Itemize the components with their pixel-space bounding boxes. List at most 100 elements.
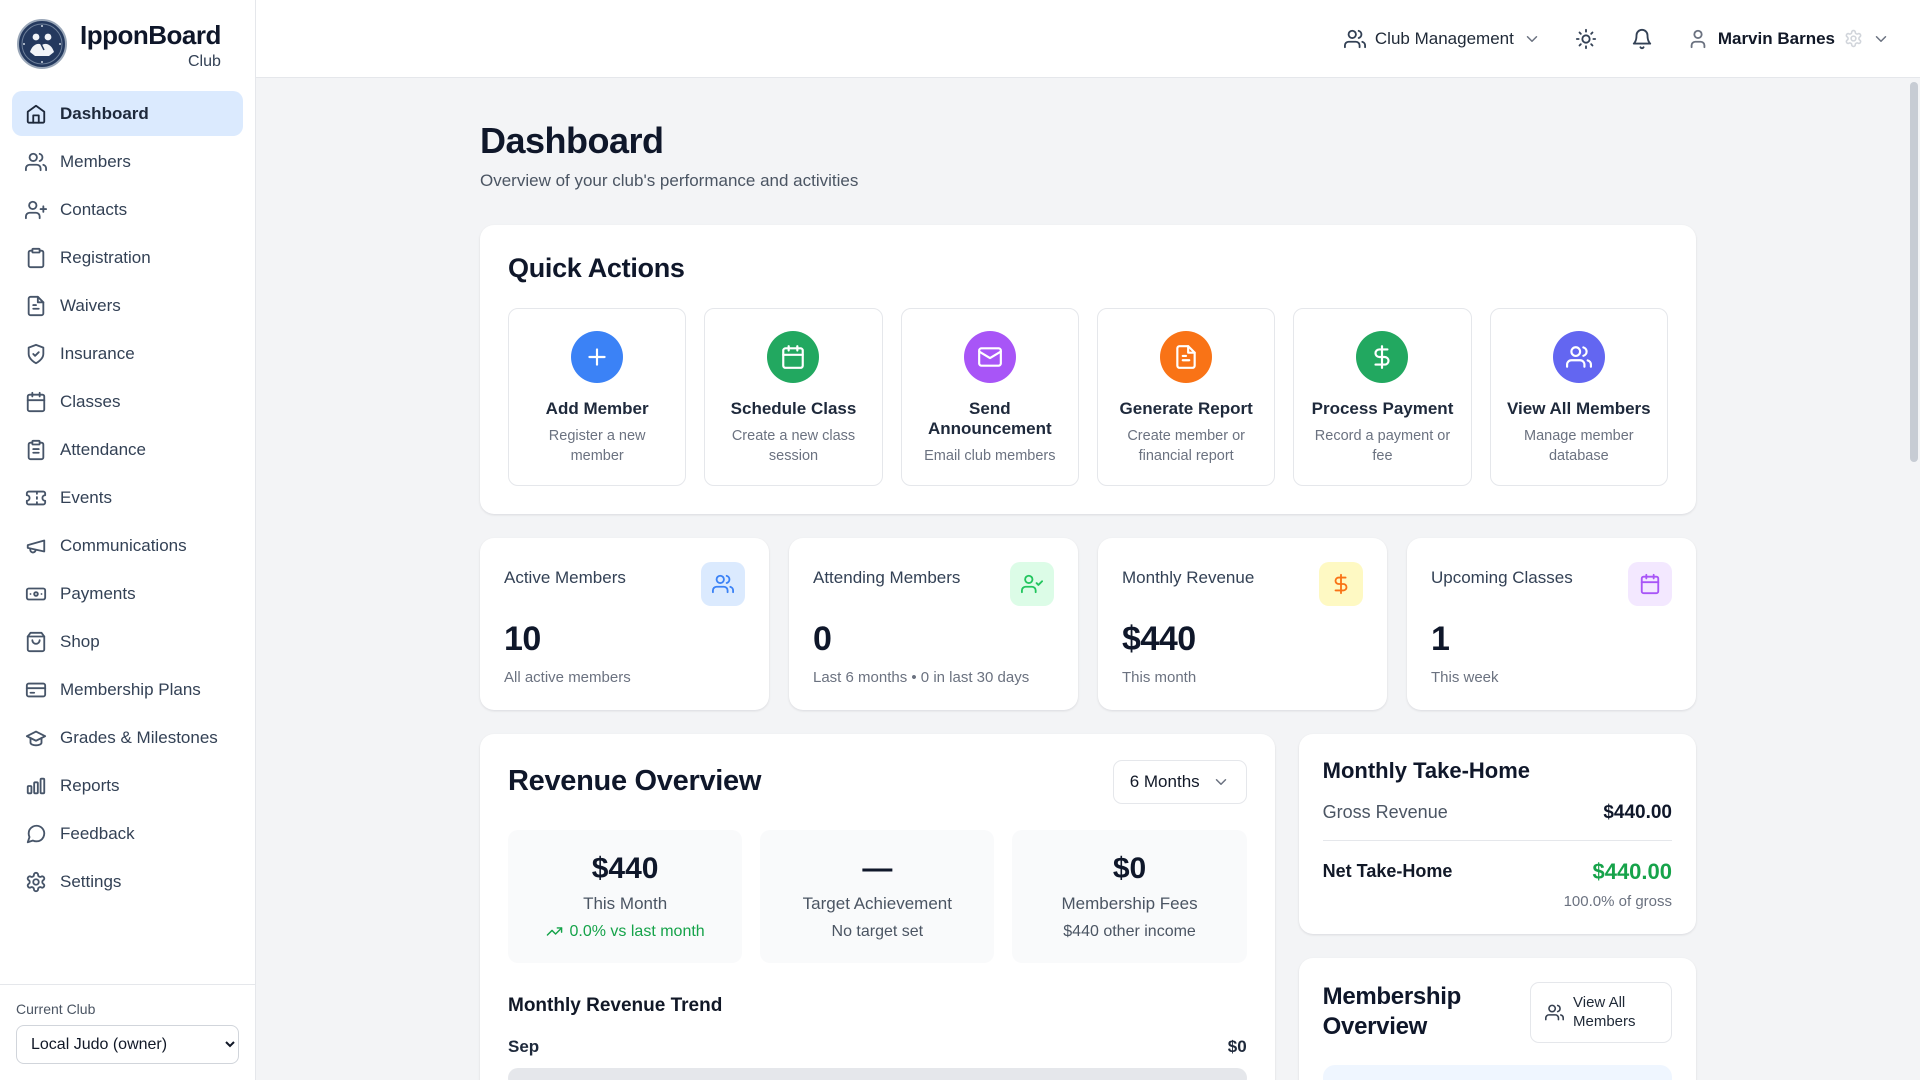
sidebar-item-members[interactable]: Members: [12, 139, 243, 184]
sidebar-item-registration[interactable]: Registration: [12, 235, 243, 280]
gross-revenue-label: Gross Revenue: [1323, 802, 1448, 823]
sidebar-item-attendance[interactable]: Attendance: [12, 427, 243, 472]
calendar-icon: [1628, 562, 1672, 606]
users-icon: [1344, 28, 1366, 50]
chevron-down-icon: [1212, 773, 1230, 791]
divider: [1323, 840, 1672, 841]
stat-caption: This week: [1431, 669, 1672, 686]
users-icon: [1545, 1003, 1564, 1022]
view-all-members-button[interactable]: View All Members: [1530, 982, 1672, 1043]
period-selector[interactable]: 6 Months: [1113, 760, 1247, 804]
sidebar-item-grades-milestones[interactable]: Grades & Milestones: [12, 715, 243, 760]
quick-action-send-announcement[interactable]: Send Announcement Email club members: [901, 308, 1079, 486]
quick-action-label: Process Payment: [1312, 399, 1454, 419]
quick-action-label: Send Announcement: [914, 399, 1066, 439]
clipboard-list-icon: [25, 439, 47, 461]
sidebar-item-payments[interactable]: Payments: [12, 571, 243, 616]
brand-name: IpponBoard: [80, 20, 221, 51]
brand-subtitle: Club: [188, 53, 221, 71]
user-menu[interactable]: Marvin Barnes: [1687, 28, 1890, 50]
quick-action-view-all-members[interactable]: View All Members Manage member database: [1490, 308, 1668, 486]
revenue-overview-panel: Revenue Overview 6 Months $440 This Mont…: [480, 734, 1275, 1080]
gross-revenue-value: $440.00: [1603, 802, 1672, 824]
sidebar-item-label: Registration: [60, 248, 151, 268]
club-management-menu[interactable]: Club Management: [1344, 28, 1541, 50]
sidebar-item-settings[interactable]: Settings: [12, 859, 243, 904]
stat-label: Monthly Revenue: [1122, 568, 1254, 588]
clipboard-icon: [25, 247, 47, 269]
revenue-summary-this-month: $440 This Month 0.0% vs last month: [508, 830, 742, 963]
topbar: Club Management Marvin Barnes: [256, 0, 1920, 78]
dollar-sign-icon: [1356, 331, 1408, 383]
summary-value: —: [774, 852, 980, 886]
sidebar-item-label: Feedback: [60, 824, 135, 844]
sidebar-item-label: Classes: [60, 392, 120, 412]
notifications-button[interactable]: [1631, 28, 1653, 50]
user-check-icon: [1010, 562, 1054, 606]
sidebar-item-classes[interactable]: Classes: [12, 379, 243, 424]
trending-up-icon: [546, 923, 563, 940]
stat-value: 10: [504, 620, 745, 659]
trend-month-label: Sep: [508, 1037, 539, 1057]
sidebar-item-label: Settings: [60, 872, 121, 892]
bar-chart-icon: [25, 775, 47, 797]
user-plus-icon: [25, 199, 47, 221]
revenue-summary-target: — Target Achievement No target set: [760, 830, 994, 963]
sidebar-item-events[interactable]: Events: [12, 475, 243, 520]
summary-label: This Month: [522, 894, 728, 914]
sidebar-item-label: Contacts: [60, 200, 127, 220]
content-scroll-area[interactable]: Dashboard Overview of your club's perfor…: [256, 78, 1920, 1080]
sidebar-item-waivers[interactable]: Waivers: [12, 283, 243, 328]
stat-card-active-members: Active Members 10 All active members: [480, 538, 769, 710]
sidebar-item-dashboard[interactable]: Dashboard: [12, 91, 243, 136]
calendar-icon: [767, 331, 819, 383]
sidebar-item-reports[interactable]: Reports: [12, 763, 243, 808]
quick-action-description: Email club members: [924, 447, 1055, 467]
trend-month-total: $0: [1228, 1037, 1247, 1057]
sidebar-item-contacts[interactable]: Contacts: [12, 187, 243, 232]
sidebar-item-communications[interactable]: Communications: [12, 523, 243, 568]
summary-note: No target set: [774, 923, 980, 941]
take-home-title: Monthly Take-Home: [1323, 758, 1672, 784]
stat-card-attending-members: Attending Members 0 Last 6 months • 0 in…: [789, 538, 1078, 710]
chevron-down-icon: [1523, 30, 1541, 48]
sun-icon: [1575, 28, 1597, 50]
ticket-icon: [25, 487, 47, 509]
sidebar-item-shop[interactable]: Shop: [12, 619, 243, 664]
trend-bar: [508, 1068, 1247, 1080]
graduation-cap-icon: [25, 727, 47, 749]
quick-action-generate-report[interactable]: Generate Report Create member or financi…: [1097, 308, 1275, 486]
sidebar-item-insurance[interactable]: Insurance: [12, 331, 243, 376]
current-club-select[interactable]: Local Judo (owner): [16, 1025, 239, 1064]
stat-value: $440: [1122, 620, 1363, 659]
quick-action-label: Generate Report: [1120, 399, 1253, 419]
sidebar-item-label: Grades & Milestones: [60, 728, 218, 748]
quick-action-description: Create member or financial report: [1110, 427, 1262, 466]
sidebar-item-label: Payments: [60, 584, 136, 604]
total-members-box: 10 Total Members +1 this month: [1323, 1065, 1672, 1080]
membership-overview-title: Membership Overview: [1323, 982, 1483, 1042]
sidebar-item-label: Waivers: [60, 296, 121, 316]
scrollbar-thumb[interactable]: [1910, 82, 1918, 462]
stat-label: Upcoming Classes: [1431, 568, 1573, 588]
membership-overview-panel: Membership Overview View All Members 10 …: [1299, 958, 1696, 1080]
theme-toggle-button[interactable]: [1575, 28, 1597, 50]
quick-action-schedule-class[interactable]: Schedule Class Create a new class sessio…: [704, 308, 882, 486]
current-club-label: Current Club: [16, 1001, 239, 1017]
users-icon: [25, 151, 47, 173]
summary-label: Membership Fees: [1026, 894, 1232, 914]
sidebar-item-membership-plans[interactable]: Membership Plans: [12, 667, 243, 712]
quick-action-label: View All Members: [1507, 399, 1651, 419]
sidebar-item-feedback[interactable]: Feedback: [12, 811, 243, 856]
quick-action-process-payment[interactable]: Process Payment Record a payment or fee: [1293, 308, 1471, 486]
quick-actions-title: Quick Actions: [508, 253, 1668, 284]
quick-action-add-member[interactable]: Add Member Register a new member: [508, 308, 686, 486]
chevron-down-icon: [1872, 30, 1890, 48]
quick-action-description: Register a new member: [521, 427, 673, 466]
stat-caption: Last 6 months • 0 in last 30 days: [813, 669, 1054, 686]
page-title: Dashboard: [480, 120, 1696, 162]
shopping-bag-icon: [25, 631, 47, 653]
sidebar-item-label: Events: [60, 488, 112, 508]
scrollbar[interactable]: [1910, 82, 1918, 1072]
sidebar: IpponBoard Club Dashboard Members Contac…: [0, 0, 256, 1080]
